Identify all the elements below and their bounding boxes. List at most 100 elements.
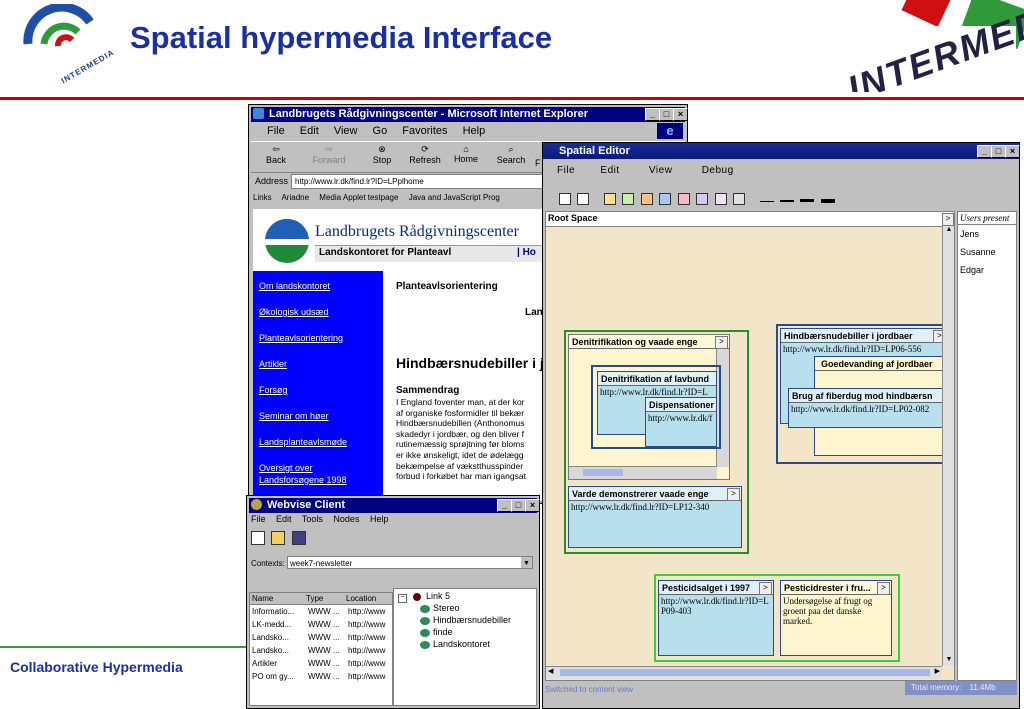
address-input[interactable]: http://www.lr.dk/find.lr?ID=LPplhome [291,174,546,189]
line-thin-tool[interactable] [759,195,774,203]
menu-go[interactable]: Go [373,125,388,137]
stop-button[interactable]: ⊗ Stop [367,144,397,165]
menu-edit[interactable]: Edit [300,125,319,137]
se-menu-file[interactable]: File [557,165,575,176]
webvise-menu-edit[interactable]: Edit [276,514,292,524]
root-expand-button[interactable]: > [942,213,954,226]
color-green-swatch[interactable] [622,192,635,205]
pesticidrester-node[interactable]: Pesticidrester i fru... > Undersøgelse a… [780,580,892,656]
scroll-left-arrow[interactable]: ◀ [548,667,553,675]
node-expand-button[interactable]: > [727,488,740,501]
menu-help[interactable]: Help [463,125,486,137]
open-folder-icon[interactable] [271,530,286,545]
nav-forsog[interactable]: Forsøg [259,385,288,395]
node-expand-button[interactable]: > [877,582,890,595]
webvise-menu-file[interactable]: File [251,514,266,524]
color-orange-swatch[interactable] [640,192,653,205]
table-row[interactable]: Landsko... WWW ... http://www [250,631,392,644]
tree-item-landskontoret[interactable]: Landskontoret [420,639,490,649]
frame-tool-icon[interactable] [577,192,590,205]
col-name-header[interactable]: Name [250,593,306,604]
table-row[interactable]: LK-medd... WWW ... http://www [250,618,392,631]
search-button[interactable]: ⌕ Search [495,144,527,165]
table-row[interactable]: Artikler WWW ... http://www [250,657,392,670]
save-icon[interactable] [291,530,306,545]
denitrifikation-vaade-node[interactable]: Denitrifikation og vaade enge > Denitrif… [568,334,730,480]
se-menu-edit[interactable]: Edit [600,165,619,176]
line-thick-tool[interactable] [800,195,815,203]
webvise-close-button[interactable]: × [525,499,540,512]
node-expand-button[interactable]: > [759,582,772,595]
color-pink-swatch[interactable] [677,192,690,205]
menu-view[interactable]: View [334,125,358,137]
link-ariadne[interactable]: Ariadne [281,193,309,202]
nav-om-landskontoret[interactable]: Om landskontoret [259,281,330,291]
webvise-menu-help[interactable]: Help [370,514,389,524]
nav-landsforsogene[interactable]: Landsforsøgene 1998 [259,475,347,485]
tree-root[interactable]: − Link 5 [398,591,450,603]
node-expand-button[interactable]: > [715,336,728,349]
table-row[interactable]: PO om gy... WWW ... http://www [250,670,392,683]
webvise-menu-tools[interactable]: Tools [302,514,323,524]
user-item[interactable]: Susanne [958,239,1016,257]
close-button[interactable]: × [673,108,688,121]
ie-titlebar[interactable]: Landbrugets Rådgivningscenter - Microsof… [251,107,685,122]
back-button[interactable]: ⇦ Back [261,144,291,165]
scroll-thumb[interactable] [560,669,930,676]
dispensationer-node[interactable]: Dispensationer http://www.lr.dk/f [645,397,717,447]
se-close-button[interactable]: × [1005,145,1020,158]
menu-file[interactable]: File [267,125,285,137]
refresh-button[interactable]: ⟳ Refresh [407,144,443,165]
webvise-menu-nodes[interactable]: Nodes [333,514,359,524]
user-item[interactable]: Jens [958,225,1016,239]
color-grey-swatch[interactable] [733,192,746,205]
se-maximize-button[interactable]: □ [991,145,1006,158]
site-subtitle-right[interactable]: | Ho [517,247,536,258]
canvas-vscrollbar[interactable]: ▲ ▼ [942,226,954,666]
line-medium-tool[interactable] [779,195,794,203]
link-java[interactable]: Java and JavaScript Prog [409,193,500,202]
color-yellow-swatch[interactable] [603,192,616,205]
color-purple-swatch[interactable] [714,192,727,205]
webvise-minimize-button[interactable]: _ [497,499,512,512]
tree-item-finde[interactable]: finde [420,627,453,637]
forward-button[interactable]: ⇨ Forward [309,144,349,165]
line-bold-tool[interactable] [820,195,835,203]
new-file-icon[interactable] [251,530,265,545]
table-row[interactable]: Landsko... WWW ... http://www [250,644,392,657]
node-hscrollbar[interactable] [569,466,717,479]
user-item[interactable]: Edgar [958,257,1016,275]
root-space-canvas[interactable]: Root Space > Denitrifikation og vaade en… [545,211,955,681]
frame-tool-icon[interactable] [559,192,571,205]
canvas-hscrollbar[interactable]: ◀ ▶ [546,666,942,679]
home-button[interactable]: ⌂ Home [451,144,481,164]
scroll-down-arrow[interactable]: ▼ [943,656,954,666]
nav-oversigt[interactable]: Oversigt over [259,463,313,473]
pesticidsalget-node[interactable]: Pesticidsalget i 1997 > http://www.lr.dk… [658,580,774,656]
nav-landsplanteavlsmode[interactable]: Landsplanteavlsmøde [259,437,347,447]
webvise-maximize-button[interactable]: □ [511,499,526,512]
color-lavender-swatch[interactable] [696,192,709,205]
fiberdug-node[interactable]: Brug af fiberdug mod hindbærsn http://ww… [788,388,948,428]
link-media-applet[interactable]: Media Applet testpage [319,193,398,202]
scroll-up-arrow[interactable]: ▲ [943,226,954,236]
nav-okologisk[interactable]: Økologisk udsæd [259,307,329,317]
contexts-select[interactable]: week7-newsletter ▼ [287,556,533,569]
varde-node[interactable]: Varde demonstrerer vaade enge > http://w… [568,486,742,548]
col-type-header[interactable]: Type [306,593,346,604]
se-menu-debug[interactable]: Debug [702,165,734,176]
nav-planteavlsorientering[interactable]: Planteavlsorientering [259,333,343,343]
tree-item-stereo[interactable]: Stereo [420,603,460,613]
collapse-icon[interactable]: − [398,594,407,603]
scroll-right-arrow[interactable]: ▶ [935,667,940,675]
nav-artikler[interactable]: Artikler [259,359,287,369]
dropdown-arrow-icon[interactable]: ▼ [521,557,532,568]
nav-seminar[interactable]: Seminar om høer [259,411,329,421]
maximize-button[interactable]: □ [659,108,674,121]
webvise-titlebar[interactable]: Webvise Client [249,498,537,513]
se-menu-view[interactable]: View [649,165,673,176]
col-location-header[interactable]: Location [346,593,392,604]
se-minimize-button[interactable]: _ [977,145,992,158]
table-row[interactable]: Informatio... WWW ... http://www [250,605,392,618]
color-blue-swatch[interactable] [659,192,672,205]
